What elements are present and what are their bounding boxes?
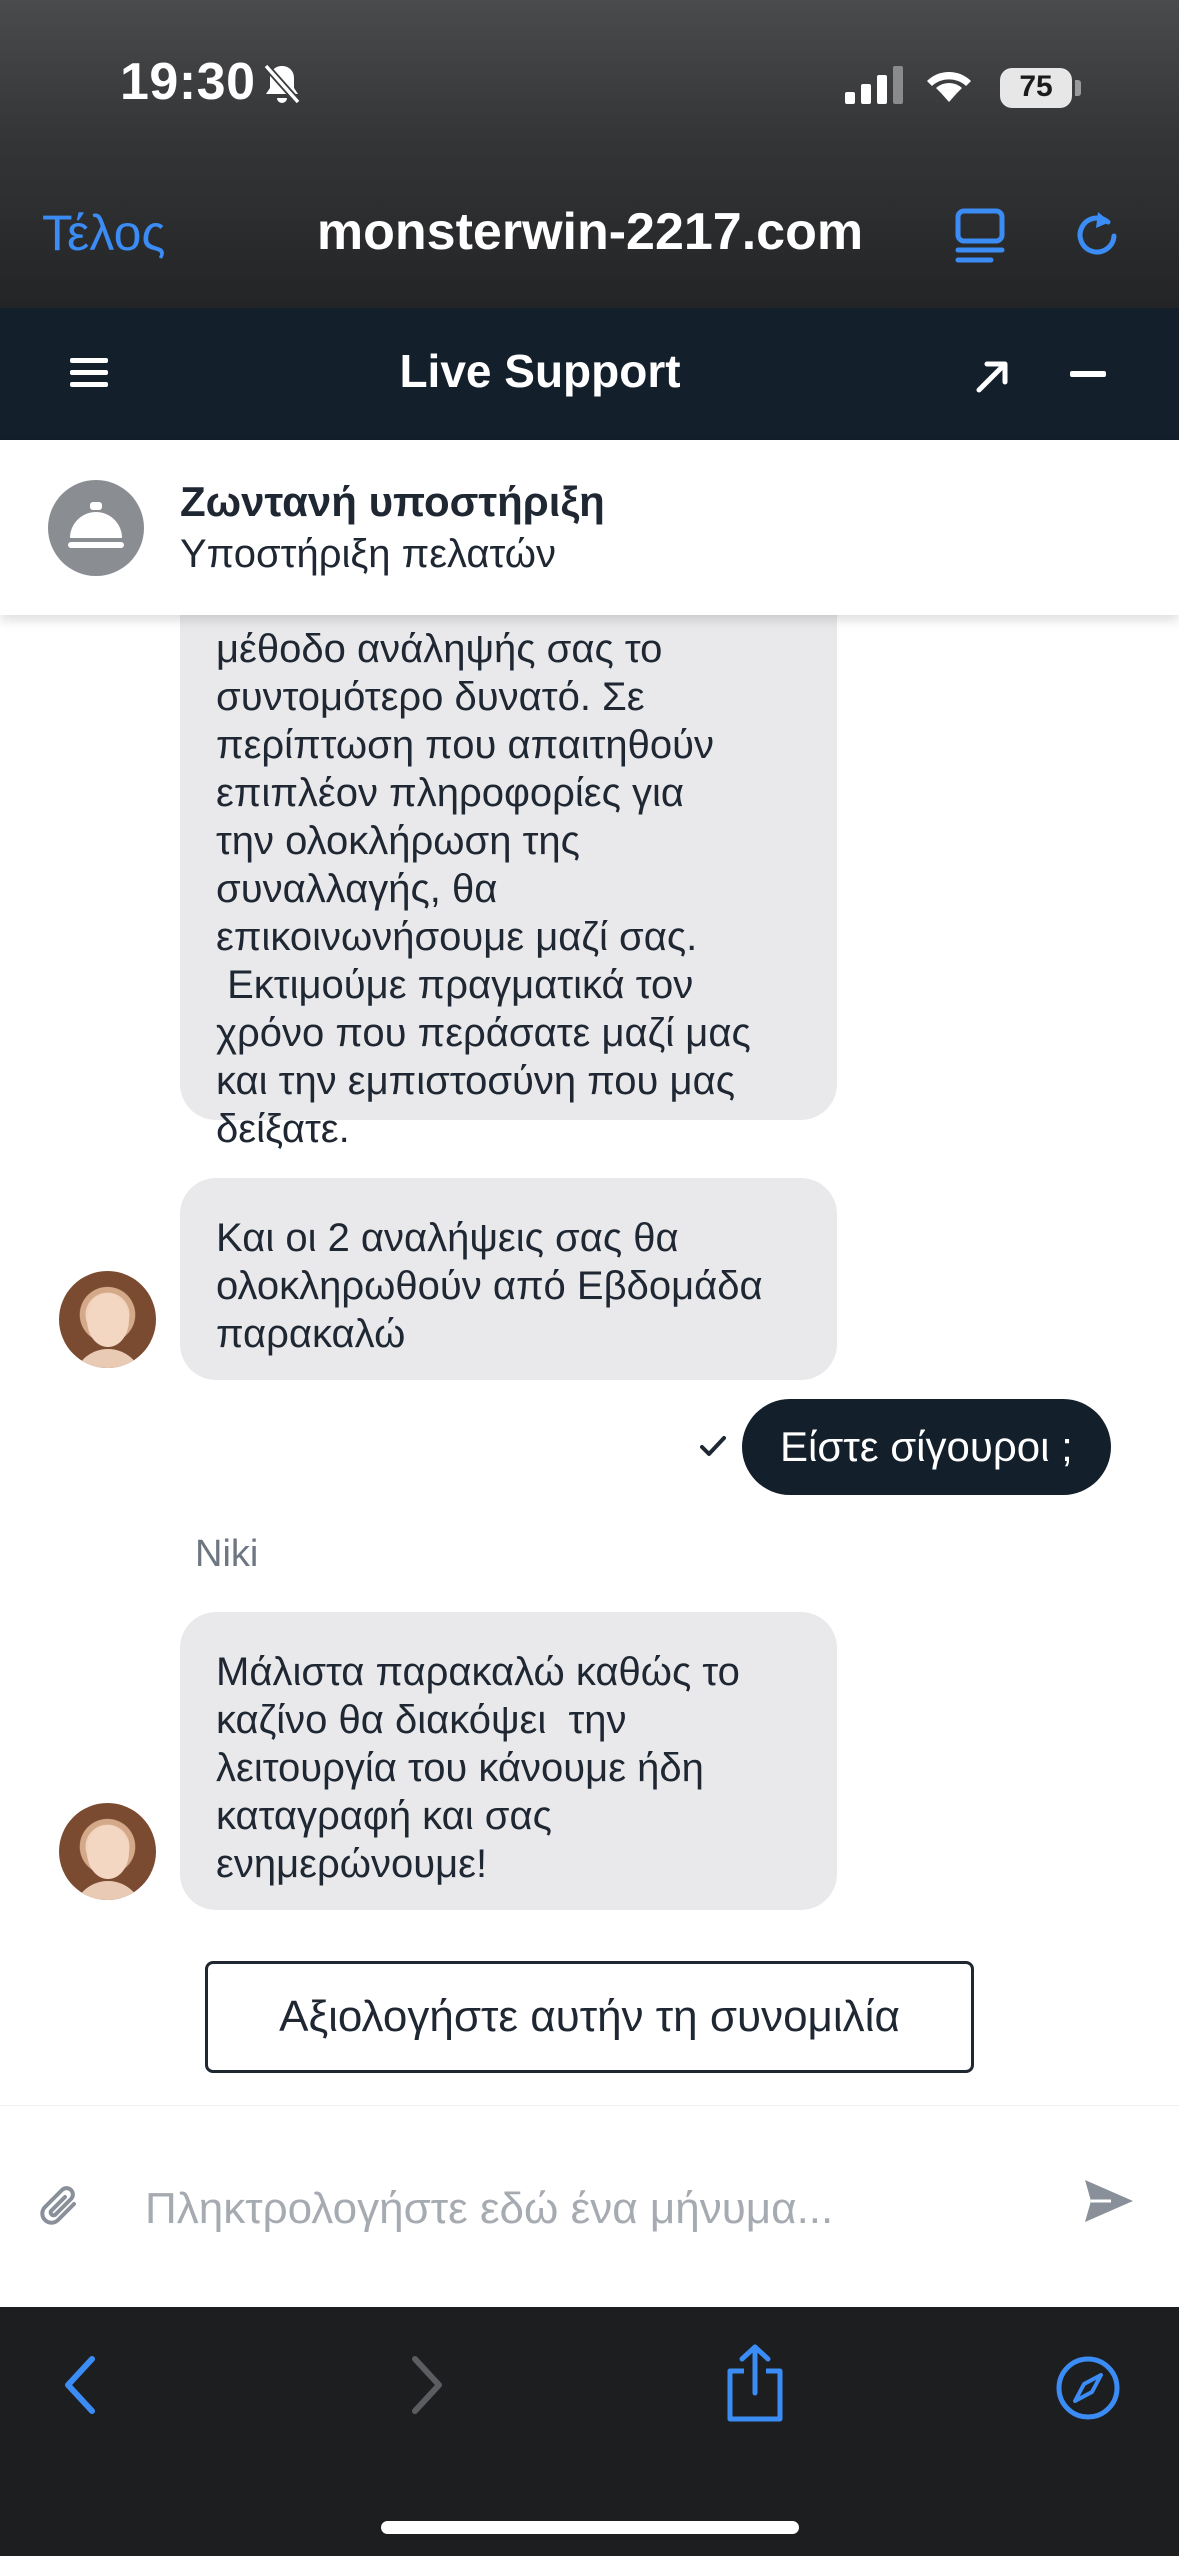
agent-title: Ζωντανή υποστήριξη	[180, 478, 605, 525]
bell-slash-icon	[263, 63, 301, 105]
battery-percent: 75	[1019, 70, 1053, 103]
browser-top-bar: 19:30 75 Τέλος monsterwin-2217.com	[0, 0, 1179, 308]
chat-transcript[interactable]: μέθοδο ανάληψής σας το συντομότερο δυνατ…	[0, 615, 1179, 2105]
agent-header: Ζωντανή υποστήριξη Υποστήριξη πελατών	[0, 440, 1179, 615]
message-bubble-outgoing: Είστε σίγουροι ;	[742, 1399, 1111, 1495]
message-text: μέθοδο ανάληψής σας το συντομότερο δυνατ…	[216, 627, 751, 1151]
url-address[interactable]: monsterwin-2217.com	[200, 202, 980, 262]
concierge-bell-icon	[48, 480, 144, 576]
send-icon[interactable]	[1083, 2178, 1135, 2224]
message-text: Και οι 2 αναλήψεις σας θα ολοκληρωθούν α…	[216, 1216, 763, 1356]
browser-bottom-bar	[0, 2307, 1179, 2556]
battery-nub	[1075, 80, 1081, 96]
message-bubble-incoming: μέθοδο ανάληψής σας το συντομότερο δυνατ…	[180, 615, 837, 1151]
wifi-icon	[927, 72, 971, 102]
widget-title: Live Support	[399, 345, 681, 397]
widget-header: Live Support	[0, 308, 1179, 440]
rate-conversation-button[interactable]: Αξιολογήστε αυτήν τη συνομιλία	[205, 1961, 974, 2073]
compass-icon[interactable]	[1055, 2355, 1121, 2421]
reload-icon[interactable]	[1072, 206, 1124, 262]
minimize-icon[interactable]	[1070, 371, 1106, 377]
share-icon[interactable]	[722, 2343, 788, 2423]
home-indicator	[381, 2521, 799, 2534]
sender-name: Niki	[195, 1533, 259, 1575]
cellular-signal-icon	[845, 66, 903, 104]
reader-view-icon[interactable]	[955, 208, 1005, 264]
agent-avatar	[59, 1803, 156, 1900]
message-bubble-incoming: Μάλιστα παρακαλώ καθώς το καζίνο θα διακ…	[180, 1612, 837, 1910]
paperclip-icon[interactable]	[38, 2182, 82, 2230]
menu-icon[interactable]	[70, 358, 108, 388]
status-time: 19:30	[120, 53, 256, 111]
message-text: Μάλιστα παρακαλώ καθώς το καζίνο θα διακ…	[216, 1650, 740, 1886]
message-bubble-incoming: Και οι 2 αναλήψεις σας θα ολοκληρωθούν α…	[180, 1178, 837, 1380]
done-button[interactable]: Τέλος	[42, 204, 166, 262]
agent-avatar	[59, 1271, 156, 1368]
message-input[interactable]	[145, 2164, 1025, 2254]
sent-check-icon	[700, 1436, 726, 1456]
screen: 19:30 75 Τέλος monsterwin-2217.com Live …	[0, 0, 1179, 2556]
agent-subtitle: Υποστήριξη πελατών	[180, 532, 557, 576]
message-composer	[0, 2105, 1179, 2307]
expand-icon[interactable]	[975, 360, 1009, 394]
forward-icon[interactable]	[405, 2355, 445, 2415]
back-icon[interactable]	[62, 2355, 102, 2415]
battery-icon: 75	[1000, 68, 1072, 108]
